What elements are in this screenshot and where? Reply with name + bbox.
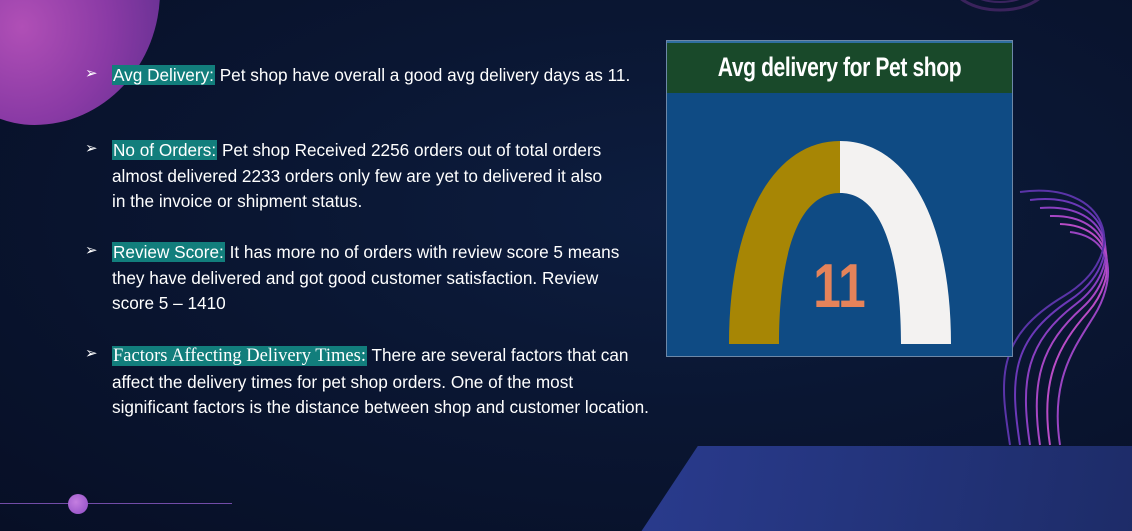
- decorative-dot: [68, 494, 88, 514]
- bullet-text: Avg Delivery: Pet shop have overall a go…: [112, 63, 672, 89]
- bullet-heading: Review Score:: [112, 242, 225, 262]
- slide: ➢ Avg Delivery: Pet shop have overall a …: [0, 0, 1132, 531]
- bullet-body: Pet shop have overall a good avg deliver…: [214, 65, 631, 85]
- bullet-text: No of Orders: Pet shop Received 2256 ord…: [112, 138, 612, 215]
- gauge-title-bar: Avg delivery for Pet shop: [667, 41, 1012, 93]
- arrow-bullet-icon: ➢: [85, 139, 98, 157]
- decorative-panel: [625, 446, 1132, 531]
- decorative-line: [0, 503, 232, 504]
- bullet-heading: Avg Delivery:: [112, 65, 215, 85]
- bullet-heading: Factors Affecting Delivery Times:: [112, 346, 367, 366]
- bullet-text: Review Score: It has more no of orders w…: [112, 240, 632, 317]
- gauge-value: 11: [813, 252, 866, 321]
- decorative-ring: [960, 0, 1040, 12]
- arrow-bullet-icon: ➢: [85, 344, 98, 362]
- bullet-text: Factors Affecting Delivery Times: There …: [112, 343, 652, 421]
- bullet-heading: No of Orders:: [112, 140, 218, 160]
- arrow-bullet-icon: ➢: [85, 241, 98, 259]
- gauge-title: Avg delivery for Pet shop: [717, 52, 962, 82]
- arrow-bullet-icon: ➢: [85, 64, 98, 82]
- gauge-card: Avg delivery for Pet shop 11: [666, 40, 1013, 357]
